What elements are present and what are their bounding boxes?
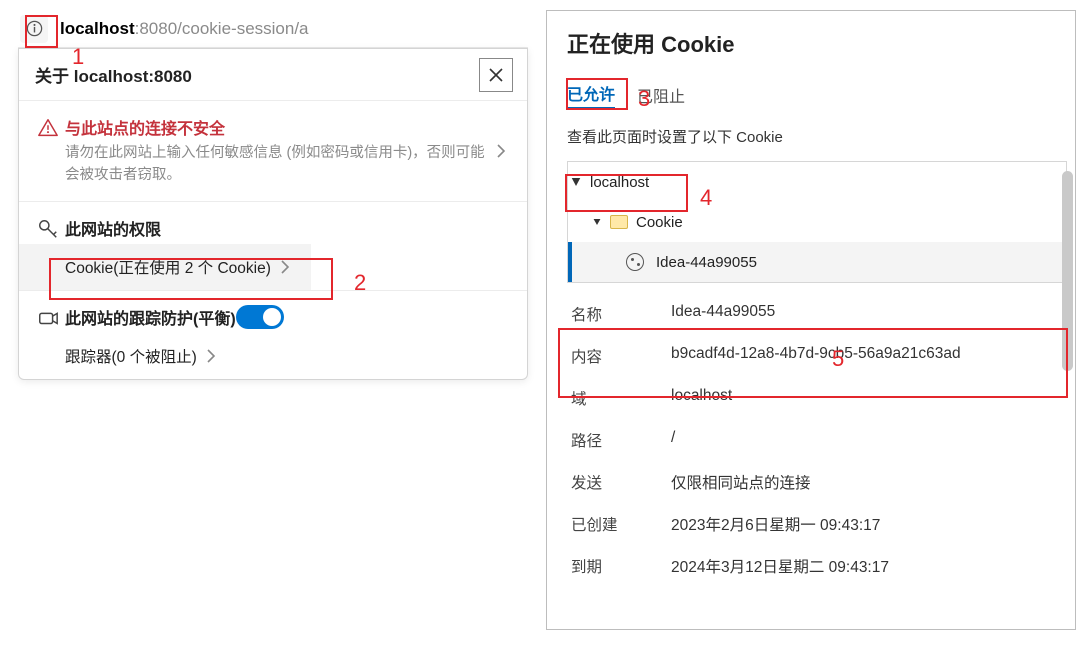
kv-value-expires: 2024年3月12日星期二 09:43:17 <box>671 555 1051 577</box>
callout-number-5: 5 <box>832 346 844 372</box>
folder-icon <box>610 215 628 229</box>
camera-icon <box>37 307 59 329</box>
tracker-row-label: 跟踪器(0 个被阻止) <box>65 345 197 367</box>
chevron-right-icon <box>197 348 225 364</box>
tracking-toggle[interactable] <box>236 305 284 329</box>
tree-cookie-label: Cookie <box>636 214 683 231</box>
url-host: localhost <box>60 19 135 38</box>
about-title: 关于 localhost:8080 <box>35 62 192 87</box>
kv-label-created: 已创建 <box>571 513 671 535</box>
kv-value-send: 仅限相同站点的连接 <box>671 471 1051 493</box>
kv-label-expires: 到期 <box>571 555 671 577</box>
tree-cookie-item[interactable]: Idea-44a99055 <box>568 242 1066 282</box>
expand-icon <box>594 219 601 225</box>
chevron-right-icon <box>487 143 515 159</box>
insecure-title: 与此站点的连接不安全 <box>65 115 487 139</box>
insecure-desc: 请勿在此网站上输入任何敏感信息 (例如密码或信用卡)，否则可能会被攻击者窃取。 <box>65 143 487 187</box>
kv-value-created: 2023年2月6日星期一 09:43:17 <box>671 513 1051 535</box>
kv-label-send: 发送 <box>571 471 671 493</box>
kv-value-path: / <box>671 429 1051 451</box>
kv-label-name: 名称 <box>571 303 671 325</box>
close-button[interactable] <box>479 58 513 92</box>
permissions-title: 此网站的权限 <box>65 216 161 240</box>
site-info-popup: 关于 localhost:8080 与此站点的连接不安全 请勿在此网站上输入任何… <box>18 48 528 380</box>
tree-item-label: Idea-44a99055 <box>656 254 757 271</box>
url-display[interactable]: localhost:8080/cookie-session/a <box>48 19 309 39</box>
callout-number-3: 3 <box>638 86 650 112</box>
callout-number-4: 4 <box>700 185 712 211</box>
callout-number-1: 1 <box>72 44 84 70</box>
insecure-connection-row[interactable]: 与此站点的连接不安全 请勿在此网站上输入任何敏感信息 (例如密码或信用卡)，否则… <box>19 101 527 201</box>
address-bar[interactable]: localhost:8080/cookie-session/a <box>18 10 528 48</box>
callout-box-4 <box>565 174 688 212</box>
url-path: /cookie-session/a <box>177 19 308 38</box>
cookie-desc: 查看此页面时设置了以下 Cookie <box>547 110 1075 155</box>
tracking-title: 此网站的跟踪防护(平衡) <box>65 305 236 329</box>
url-port: :8080 <box>135 19 178 38</box>
callout-box-5 <box>558 328 1068 398</box>
callout-number-2: 2 <box>354 270 366 296</box>
kv-value-name: Idea-44a99055 <box>671 303 1051 325</box>
tracker-row[interactable]: 跟踪器(0 个被阻止) <box>19 333 237 379</box>
right-panel-title: 正在使用 Cookie <box>547 11 1075 79</box>
key-icon <box>37 218 59 240</box>
kv-label-path: 路径 <box>571 429 671 451</box>
callout-box-1 <box>25 15 58 48</box>
cookie-icon <box>626 253 644 271</box>
close-icon <box>488 67 504 83</box>
warning-icon <box>37 117 59 139</box>
callout-box-2 <box>49 258 333 300</box>
callout-box-3 <box>566 78 628 110</box>
